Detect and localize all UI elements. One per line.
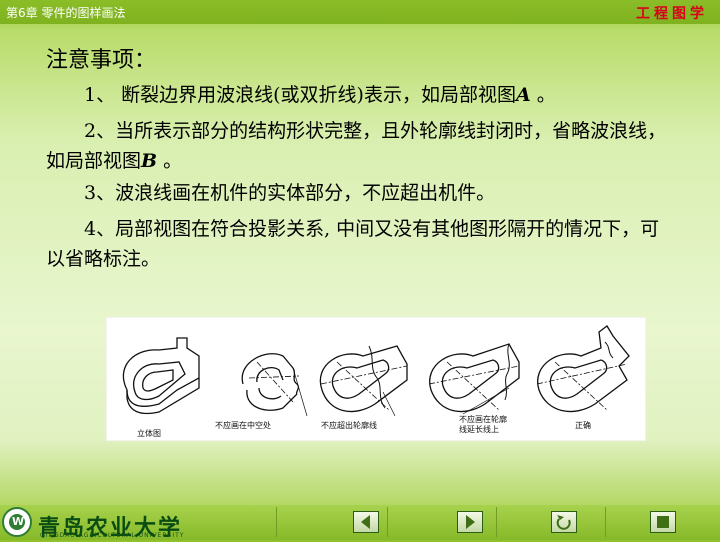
university-logo: W — [2, 507, 32, 537]
footer-separator — [496, 507, 497, 537]
previous-icon — [361, 515, 370, 529]
note-text: 3、波浪线画在机件的实体部分，不应超出机件。 — [84, 182, 496, 204]
note-text: 1、 断裂边界用波浪线(或双折线)表示，如局部视图 — [84, 84, 516, 106]
notes-heading: 注意事项： — [46, 48, 157, 73]
note-text: 4、局部视图在符合投影关系, 中间又没有其他图形隔开的情况下，可以省略标注。 — [46, 218, 660, 270]
note-item-4: 4、局部视图在符合投影关系, 中间又没有其他图形隔开的情况下，可以省略标注。 — [46, 214, 676, 274]
university-name-en: QINGDAO AGRICULTURAL UNIVERSITY — [40, 532, 185, 539]
footer-separator — [276, 507, 277, 537]
stop-icon — [657, 516, 669, 528]
note-item-1: 1、 断裂边界用波浪线(或双折线)表示，如局部视图A 。 — [46, 80, 676, 110]
figure-label-hollow: 不应画在中空处 — [215, 420, 271, 430]
note-suffix: 。 — [157, 150, 183, 172]
note-item-2: 2、当所表示部分的结构形状完整，且外轮廓线封闭时，省略波浪线，如局部视图B 。 — [46, 116, 676, 176]
figure-label-outline: 不应超出轮廓线 — [321, 420, 377, 430]
brand-title: 工程图学 — [636, 6, 708, 22]
return-icon — [556, 515, 571, 530]
figure-label-extension-1: 不应画在轮廓 — [459, 414, 507, 424]
drawing-figure: 立体图 不应画在中空处 不应超出轮廓线 不应画在轮廓 线延长线上 正确 — [106, 317, 646, 441]
note-text: 2、当所表示部分的结构形状完整，且外轮廓线封闭时，省略波浪线，如局部视图 — [46, 120, 667, 172]
next-icon — [466, 515, 475, 529]
stop-button[interactable] — [650, 511, 676, 533]
footer-separator — [387, 507, 388, 537]
view-ref: B — [141, 150, 158, 172]
chapter-title: 第6章 零件的图样画法 — [6, 6, 126, 20]
figure-label-extension-2: 线延长线上 — [459, 424, 499, 434]
previous-button[interactable] — [353, 511, 379, 533]
footer-separator — [605, 507, 606, 537]
next-button[interactable] — [457, 511, 483, 533]
figure-label-correct: 正确 — [575, 420, 591, 430]
technical-drawing: 立体图 不应画在中空处 不应超出轮廓线 不应画在轮廓 线延长线上 正确 — [122, 325, 630, 438]
figure-label-3d: 立体图 — [137, 428, 161, 438]
logo-mark: W — [12, 515, 25, 528]
note-suffix: 。 — [530, 84, 556, 106]
return-button[interactable] — [551, 511, 577, 533]
view-ref: A — [515, 84, 531, 106]
note-item-3: 3、波浪线画在机件的实体部分，不应超出机件。 — [46, 178, 676, 208]
